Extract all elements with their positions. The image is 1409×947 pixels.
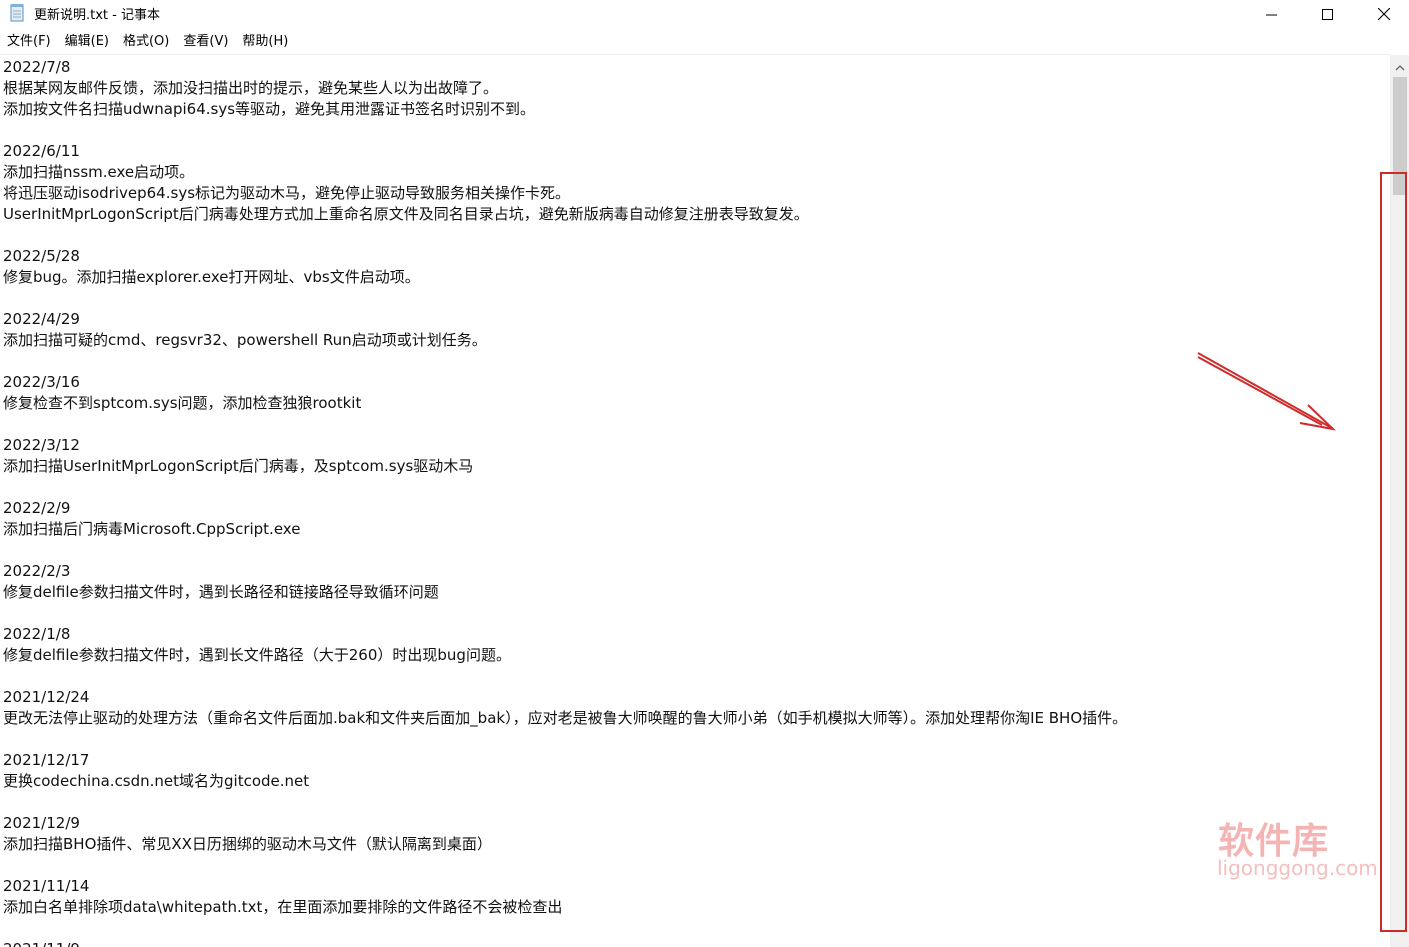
text-line: 将迅压驱动isodrivep64.sys标记为驱动木马，避免停止驱动导致服务相关…	[3, 184, 571, 202]
chevron-up-icon	[1395, 56, 1405, 75]
text-line: 添加扫描nssm.exe启动项。	[3, 163, 195, 181]
text-line: 添加扫描可疑的cmd、regsvr32、powershell Run启动项或计划…	[3, 331, 487, 349]
window-title: 更新说明.txt - 记事本	[34, 8, 160, 23]
menu-file[interactable]: 文件(F)	[0, 31, 58, 53]
text-line: 2021/12/9	[3, 814, 80, 832]
text-line: 2022/2/9	[3, 499, 71, 517]
text-line: 修复delfile参数扫描文件时，遇到长路径和链接路径导致循环问题	[3, 583, 439, 601]
text-line: 更改无法停止驱动的处理方法（重命名文件后面加.bak和文件夹后面加_bak），应…	[3, 709, 1128, 727]
menu-bar: 文件(F) 编辑(E) 格式(O) 查看(V) 帮助(H)	[0, 31, 1409, 53]
text-line: 2021/12/17	[3, 751, 90, 769]
annotation-highlight-box	[1380, 172, 1407, 932]
close-icon	[1378, 8, 1390, 20]
annotation-arrow-icon	[1190, 345, 1340, 439]
text-line: 添加扫描BHO插件、常见XX日历捆绑的驱动木马文件（默认隔离到桌面）	[3, 835, 492, 853]
watermark-url: ligonggong.com	[1217, 856, 1378, 880]
text-line: 修复bug。添加扫描explorer.exe打开网址、vbs文件启动项。	[3, 268, 420, 286]
menu-format[interactable]: 格式(O)	[116, 31, 176, 53]
text-line: 2021/12/24	[3, 688, 90, 706]
text-line: 更换codechina.csdn.net域名为gitcode.net	[3, 772, 310, 790]
text-line: 2022/1/8	[3, 625, 71, 643]
text-line: 2022/6/11	[3, 142, 80, 160]
text-line: 2022/7/8	[3, 58, 71, 76]
title-bar: 更新说明.txt - 记事本	[0, 0, 1409, 28]
close-button[interactable]	[1355, 0, 1409, 28]
text-line: 添加扫描UserInitMprLogonScript后门病毒，及sptcom.s…	[3, 457, 474, 475]
text-line: 添加按文件名扫描udwnapi64.sys等驱动，避免其用泄露证书签名时识别不到…	[3, 100, 536, 118]
notepad-icon	[10, 3, 25, 22]
text-line: 2022/5/28	[3, 247, 80, 265]
minimize-icon	[1265, 9, 1277, 20]
menu-help[interactable]: 帮助(H)	[235, 31, 295, 53]
maximize-button[interactable]	[1298, 0, 1356, 28]
menu-edit[interactable]: 编辑(E)	[58, 31, 116, 53]
text-line: 2021/11/9	[3, 939, 80, 947]
text-line: 2022/4/29	[3, 310, 80, 328]
text-line: 修复检查不到sptcom.sys问题，添加检查独狼rootkit	[3, 394, 362, 412]
text-line: 2022/3/16	[3, 373, 80, 391]
text-line: 添加扫描后门病毒Microsoft.CppScript.exe	[3, 520, 301, 538]
text-line: 添加白名单排除项data\whitepath.txt，在里面添加要排除的文件路径…	[3, 898, 563, 916]
text-line: 2022/3/12	[3, 436, 80, 454]
text-editor-area[interactable]: 2022/7/8 根据某网友邮件反馈，添加没扫描出时的提示，避免某些人以为出故障了…	[0, 55, 1390, 947]
menu-view[interactable]: 查看(V)	[176, 31, 235, 53]
scroll-up-button[interactable]	[1390, 57, 1409, 74]
minimize-button[interactable]	[1242, 0, 1300, 28]
text-line: 2021/11/14	[3, 877, 90, 895]
maximize-icon	[1321, 8, 1333, 20]
text-line: 2022/2/3	[3, 562, 71, 580]
text-line: 根据某网友邮件反馈，添加没扫描出时的提示，避免某些人以为出故障了。	[3, 79, 499, 97]
text-line: UserInitMprLogonScript后门病毒处理方式加上重命名原文件及同…	[3, 205, 809, 223]
text-line: 修复delfile参数扫描文件时，遇到长文件路径（大于260）时出现bug问题。	[3, 646, 511, 664]
